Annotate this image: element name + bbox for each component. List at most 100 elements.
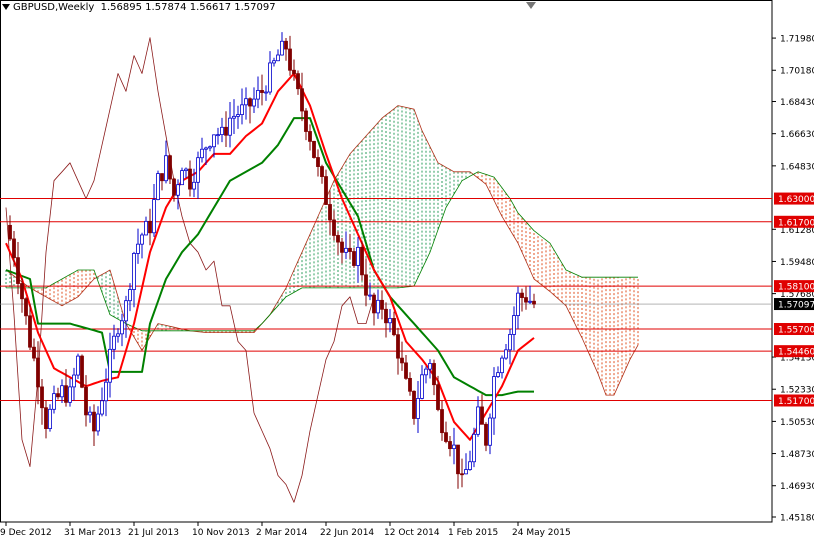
y-tick-label: 1.52330 [780, 386, 814, 396]
symbol-label: GBPUSD,Weekly [13, 2, 95, 13]
candles [8, 32, 536, 489]
candle-body [472, 433, 476, 463]
candle-body [132, 253, 136, 290]
time-axis: 9 Dec 2012 31 Mar 2013 21 Jul 2013 10 Nov 2… [0, 522, 571, 538]
candle-body [36, 357, 40, 388]
candle-body [240, 104, 244, 115]
candle-body [40, 386, 44, 409]
level-label: 1.58100 [778, 283, 814, 293]
candle-body [232, 115, 236, 119]
candle-body [484, 423, 488, 446]
candle-body [72, 374, 76, 388]
candle-body [12, 238, 16, 259]
ohlc-values: 1.56895 1.57874 1.56617 1.57097 [100, 2, 276, 13]
level-labels: 1.63000 1.61700 1.58100 1.55700 1.54460 1.517… [774, 192, 814, 407]
price-chart[interactable]: 1.719801.701801.684301.666301.648301.612… [0, 0, 814, 539]
candle-body [464, 469, 468, 475]
candle-body [76, 355, 80, 376]
x-tick-label: 12 Oct 2014 [384, 528, 440, 538]
candle-body [224, 126, 228, 136]
candle-body [124, 300, 128, 322]
chart-shift-arrow-icon[interactable] [526, 2, 536, 9]
candle-body [300, 88, 304, 112]
candle-body [24, 298, 28, 317]
candle-body [356, 246, 360, 266]
candle-body [228, 117, 232, 136]
candle-body [452, 444, 456, 450]
y-tick-label: 1.59480 [780, 258, 814, 268]
candle-body [212, 134, 216, 148]
candle-body [64, 385, 68, 403]
y-tick-label: 1.46930 [780, 482, 814, 492]
candle-body [392, 318, 396, 336]
candle-body [468, 461, 472, 470]
level-label: 1.63000 [778, 195, 814, 205]
x-tick-label: 24 May 2015 [512, 528, 571, 538]
chart-title: GBPUSD,Weekly 1.56895 1.57874 1.56617 1.… [2, 2, 276, 13]
candle-body [252, 98, 256, 107]
candle-body [316, 157, 320, 167]
candle-body [84, 386, 88, 416]
candle-body [256, 90, 260, 100]
candle-body [128, 289, 132, 302]
dropdown-triangle-icon[interactable] [2, 4, 10, 10]
candle-body [440, 409, 444, 434]
candle-body [44, 407, 48, 429]
candle-body [384, 308, 388, 324]
candle-body [524, 297, 528, 303]
candle-body [296, 73, 300, 90]
candle-body [168, 155, 172, 180]
candle-body [152, 199, 156, 234]
candle-body [140, 234, 144, 245]
candle-body [380, 299, 384, 310]
candle-body [272, 60, 276, 64]
candle-body [28, 315, 32, 348]
candle-body [116, 333, 120, 337]
candle-body [416, 398, 420, 419]
candle-body [184, 168, 188, 172]
candle-body [308, 131, 312, 142]
x-tick-label: 9 Dec 2012 [0, 528, 52, 538]
candle-body [108, 348, 112, 383]
candle-body [176, 184, 180, 196]
level-label: 1.55700 [778, 326, 814, 336]
x-tick-label: 21 Jul 2013 [128, 528, 179, 538]
y-tick-label: 1.64830 [780, 162, 814, 172]
candle-body [360, 246, 364, 276]
candle-body [144, 220, 148, 236]
y-tick-label: 1.45180 [780, 514, 814, 524]
y-tick-label: 1.68430 [780, 98, 814, 108]
candle-body [368, 294, 372, 297]
candle-body [56, 393, 60, 398]
candle-body [372, 294, 376, 314]
candle-body [292, 69, 296, 75]
candle-body [388, 318, 392, 324]
candle-body [204, 147, 208, 150]
y-tick-label: 1.50530 [780, 418, 814, 428]
candle-body [508, 334, 512, 351]
level-label: 1.61700 [778, 218, 814, 228]
candle-body [304, 110, 308, 132]
grid [0, 0, 773, 523]
candle-body [288, 48, 292, 71]
y-tick-label: 1.48730 [780, 450, 814, 460]
x-tick-label: 1 Feb 2015 [448, 528, 498, 538]
candle-body [324, 176, 328, 205]
candle-body [248, 98, 252, 107]
candle-body [264, 91, 268, 94]
candle-body [8, 224, 12, 240]
candle-body [456, 444, 460, 475]
candle-body [488, 417, 492, 446]
candle-body [268, 62, 272, 93]
candle-body [208, 146, 212, 149]
candle-body [312, 140, 316, 158]
candle-body [276, 54, 280, 62]
candle-body [528, 300, 532, 303]
candle-body [20, 283, 24, 300]
candle-body [92, 411, 96, 432]
candle-body [336, 235, 340, 243]
candle-body [192, 181, 196, 190]
candle-body [512, 315, 516, 335]
candle-body [444, 432, 448, 442]
candle-body [160, 173, 164, 182]
